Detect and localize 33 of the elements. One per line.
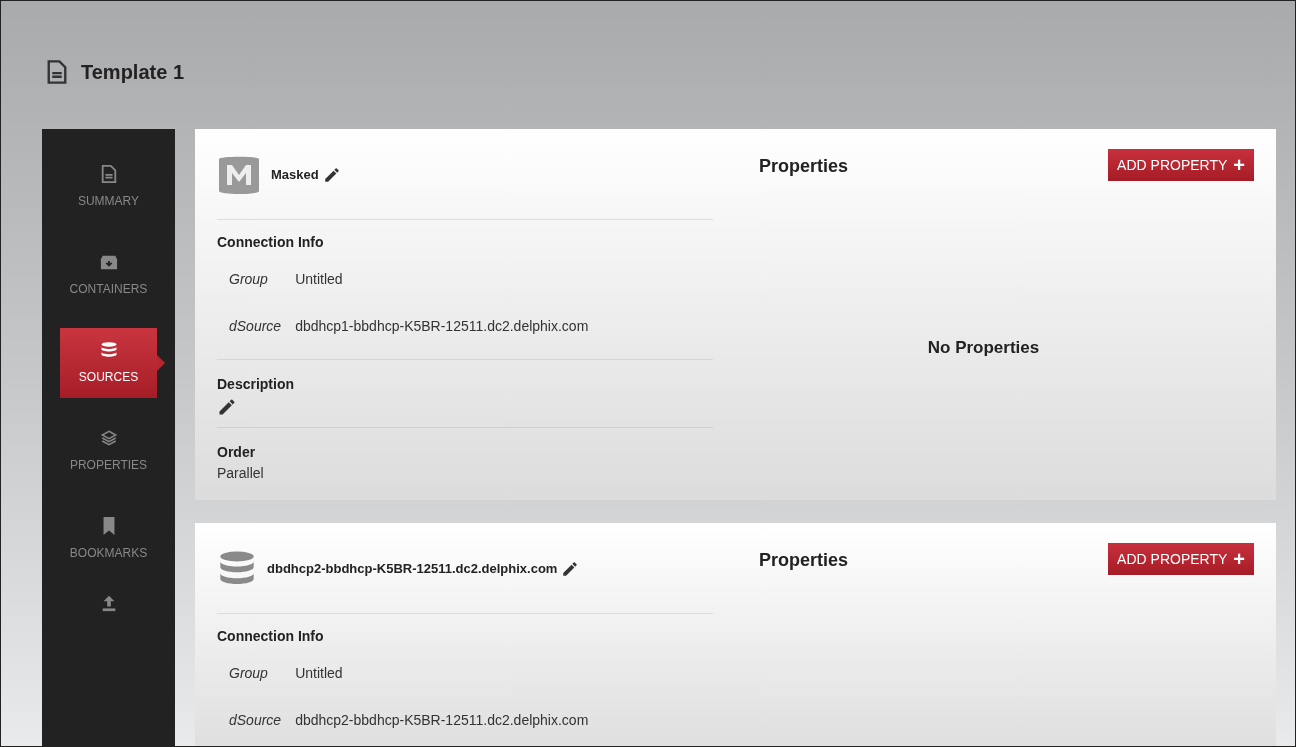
field-label: dSource (229, 711, 282, 730)
sidebar-item[interactable]: BOOKMARKS (60, 504, 157, 574)
source-name: Masked (271, 166, 319, 185)
field-value: dbdhcp2-bbdhcp-K5BR-12511.dc2.delphix.com (295, 711, 590, 730)
document-icon (99, 164, 118, 184)
field-value: Untitled (295, 664, 344, 683)
sidebar-item[interactable]: SOURCES (60, 328, 157, 398)
pencil-icon[interactable] (322, 166, 341, 184)
properties-heading: Properties (759, 549, 849, 572)
sidebar-item[interactable]: CONTAINERS (60, 240, 157, 310)
field-value: dbdhcp1-bbdhcp-K5BR-12511.dc2.delphix.com (295, 317, 590, 336)
section-heading: Order (217, 443, 257, 462)
sidebar-item[interactable]: PROPERTIES (60, 416, 157, 486)
field-value: Untitled (295, 270, 344, 289)
layers-icon (99, 428, 118, 448)
pencil-icon[interactable] (561, 560, 580, 578)
empty-properties-text: No Properties (927, 337, 1040, 359)
order-value: Parallel (217, 464, 265, 483)
field-label: dSource (229, 317, 282, 336)
section-heading: Connection Info (217, 233, 325, 252)
add-property-button[interactable]: ADD PROPERTY + (1108, 149, 1254, 181)
properties-heading: Properties (759, 155, 849, 178)
page-title: Template 1 (81, 60, 184, 85)
document-icon (45, 59, 69, 85)
source-name: dbdhcp2-bbdhcp-K5BR-12511.dc2.delphix.com (267, 560, 558, 579)
add-property-button[interactable]: ADD PROPERTY + (1108, 543, 1254, 575)
pencil-icon[interactable] (217, 397, 237, 417)
section-heading: Connection Info (217, 627, 325, 646)
section-heading: Description (217, 375, 295, 394)
field-label: Group (229, 270, 269, 289)
sidebar-item[interactable]: SUMMARY (60, 152, 157, 222)
database-icon (99, 340, 118, 360)
field-label: Group (229, 664, 269, 683)
